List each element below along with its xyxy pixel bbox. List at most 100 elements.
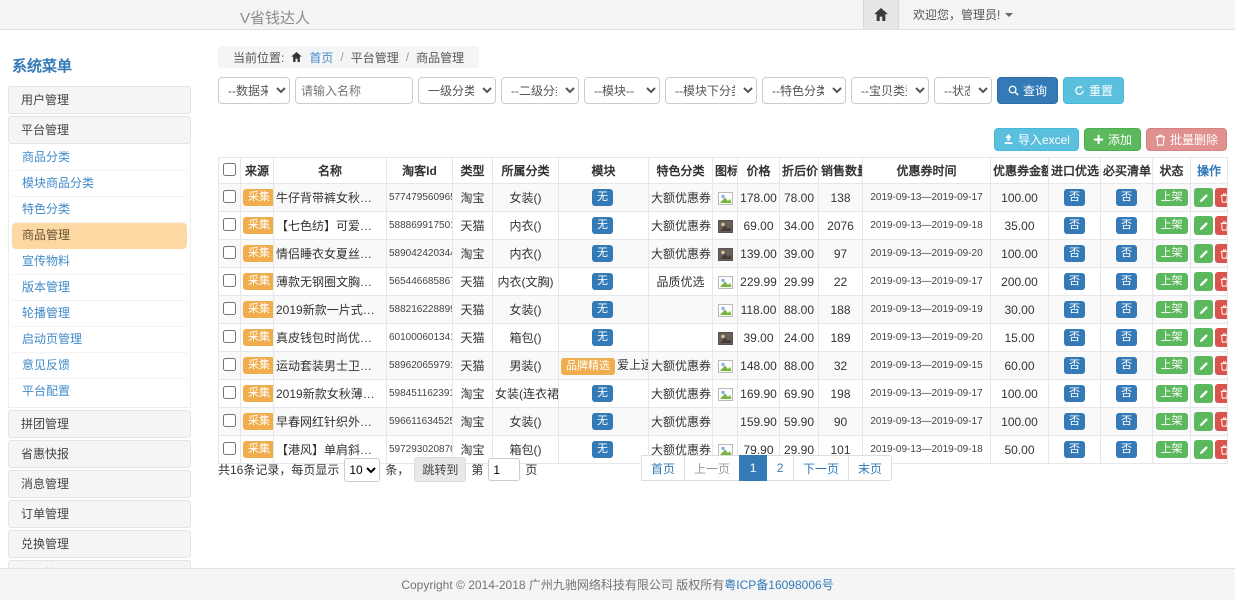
sidebar-section-header[interactable]: 用户管理 — [8, 86, 191, 114]
must-buy-badge[interactable]: 否 — [1116, 273, 1137, 290]
edit-button[interactable] — [1194, 216, 1213, 235]
delete-button[interactable] — [1215, 188, 1228, 207]
delete-button[interactable] — [1215, 440, 1228, 459]
import-excel-button[interactable]: 导入excel — [994, 128, 1079, 151]
status-badge[interactable]: 上架 — [1156, 217, 1188, 234]
edit-button[interactable] — [1194, 300, 1213, 319]
sidebar-section-header[interactable]: 省惠快报 — [8, 440, 191, 468]
data-source-select[interactable]: --数据来源-- — [218, 77, 290, 104]
must-buy-badge[interactable]: 否 — [1116, 413, 1137, 430]
status-badge[interactable]: 上架 — [1156, 245, 1188, 262]
delete-button[interactable] — [1215, 328, 1228, 347]
sidebar-submenu-item[interactable]: 商品分类 — [12, 145, 187, 171]
row-checkbox[interactable] — [223, 386, 236, 399]
page-button[interactable]: 末页 — [848, 455, 892, 481]
row-checkbox[interactable] — [223, 218, 236, 231]
must-buy-badge[interactable]: 否 — [1116, 357, 1137, 374]
page-button[interactable]: 首页 — [641, 455, 685, 481]
select-all-checkbox[interactable] — [223, 163, 236, 176]
must-buy-badge[interactable]: 否 — [1116, 217, 1137, 234]
imported-badge[interactable]: 否 — [1064, 441, 1085, 458]
sidebar-section-header[interactable]: 兑换管理 — [8, 530, 191, 558]
edit-button[interactable] — [1194, 356, 1213, 375]
status-badge[interactable]: 上架 — [1156, 329, 1188, 346]
page-button[interactable]: 1 — [739, 455, 767, 481]
per-page-select[interactable]: 10 — [344, 458, 380, 482]
status-badge[interactable]: 上架 — [1156, 301, 1188, 318]
sidebar-submenu-item[interactable]: 特色分类 — [12, 197, 187, 223]
breadcrumb-home-link[interactable]: 首页 — [309, 49, 333, 66]
edit-button[interactable] — [1194, 328, 1213, 347]
sidebar-section-header[interactable]: 平台管理 — [8, 116, 191, 144]
edit-button[interactable] — [1194, 412, 1213, 431]
delete-button[interactable] — [1215, 356, 1228, 375]
sidebar-submenu-item[interactable]: 意见反馈 — [12, 353, 187, 379]
page-number-input[interactable] — [488, 458, 520, 481]
imported-badge[interactable]: 否 — [1064, 301, 1085, 318]
module-subcategory-select[interactable]: --模块下分类-- — [665, 77, 757, 104]
delete-button[interactable] — [1215, 300, 1228, 319]
home-button[interactable] — [863, 0, 899, 29]
name-search-input[interactable] — [295, 77, 413, 104]
must-buy-badge[interactable]: 否 — [1116, 441, 1137, 458]
status-select[interactable]: --状态-- — [934, 77, 992, 104]
status-badge[interactable]: 上架 — [1156, 189, 1188, 206]
imported-badge[interactable]: 否 — [1064, 273, 1085, 290]
batch-delete-button[interactable]: 批量删除 — [1146, 128, 1227, 151]
row-checkbox[interactable] — [223, 330, 236, 343]
row-checkbox[interactable] — [223, 442, 236, 455]
add-button[interactable]: 添加 — [1084, 128, 1141, 151]
imported-badge[interactable]: 否 — [1064, 385, 1085, 402]
edit-button[interactable] — [1194, 272, 1213, 291]
item-type-select[interactable]: --宝贝类型-- — [851, 77, 929, 104]
sidebar-submenu-item[interactable]: 启动页管理 — [12, 327, 187, 353]
delete-button[interactable] — [1215, 244, 1228, 263]
must-buy-badge[interactable]: 否 — [1116, 329, 1137, 346]
category2-select[interactable]: --二级分类-- — [501, 77, 579, 104]
row-checkbox[interactable] — [223, 302, 236, 315]
status-badge[interactable]: 上架 — [1156, 385, 1188, 402]
sidebar-section-header[interactable]: 拼团管理 — [8, 410, 191, 438]
reset-button[interactable]: 重置 — [1063, 77, 1124, 104]
delete-button[interactable] — [1215, 272, 1228, 291]
status-badge[interactable]: 上架 — [1156, 441, 1188, 458]
imported-badge[interactable]: 否 — [1064, 329, 1085, 346]
sidebar-section-header[interactable]: 消息管理 — [8, 470, 191, 498]
must-buy-badge[interactable]: 否 — [1116, 245, 1137, 262]
row-checkbox[interactable] — [223, 414, 236, 427]
delete-button[interactable] — [1215, 412, 1228, 431]
sidebar-submenu-item[interactable]: 商品管理 — [12, 223, 187, 249]
must-buy-badge[interactable]: 否 — [1116, 189, 1137, 206]
sidebar-submenu-item[interactable]: 版本管理 — [12, 275, 187, 301]
page-button[interactable]: 2 — [766, 455, 794, 481]
imported-badge[interactable]: 否 — [1064, 189, 1085, 206]
sidebar-submenu-item[interactable]: 模块商品分类 — [12, 171, 187, 197]
icp-link[interactable]: 粤ICP备16098006号 — [724, 576, 833, 593]
status-badge[interactable]: 上架 — [1156, 273, 1188, 290]
must-buy-badge[interactable]: 否 — [1116, 301, 1137, 318]
module-select[interactable]: --模块-- — [584, 77, 660, 104]
row-checkbox[interactable] — [223, 190, 236, 203]
delete-button[interactable] — [1215, 216, 1228, 235]
sidebar-submenu-item[interactable]: 宣传物料 — [12, 249, 187, 275]
jump-button[interactable]: 跳转到 — [414, 457, 466, 482]
edit-button[interactable] — [1194, 244, 1213, 263]
row-checkbox[interactable] — [223, 246, 236, 259]
must-buy-badge[interactable]: 否 — [1116, 385, 1137, 402]
page-button[interactable]: 上一页 — [684, 455, 740, 481]
status-badge[interactable]: 上架 — [1156, 413, 1188, 430]
sidebar-submenu-item[interactable]: 平台配置 — [12, 379, 187, 405]
feature-category-select[interactable]: --特色分类-- — [762, 77, 846, 104]
sidebar-submenu-item[interactable]: 轮播管理 — [12, 301, 187, 327]
imported-badge[interactable]: 否 — [1064, 245, 1085, 262]
imported-badge[interactable]: 否 — [1064, 357, 1085, 374]
delete-button[interactable] — [1215, 384, 1228, 403]
status-badge[interactable]: 上架 — [1156, 357, 1188, 374]
category1-select[interactable]: 一级分类 — [418, 77, 496, 104]
user-menu[interactable]: 欢迎您，管理员! — [899, 0, 1027, 29]
page-button[interactable]: 下一页 — [793, 455, 849, 481]
row-checkbox[interactable] — [223, 358, 236, 371]
imported-badge[interactable]: 否 — [1064, 413, 1085, 430]
sidebar-section-header[interactable]: 订单管理 — [8, 500, 191, 528]
row-checkbox[interactable] — [223, 274, 236, 287]
